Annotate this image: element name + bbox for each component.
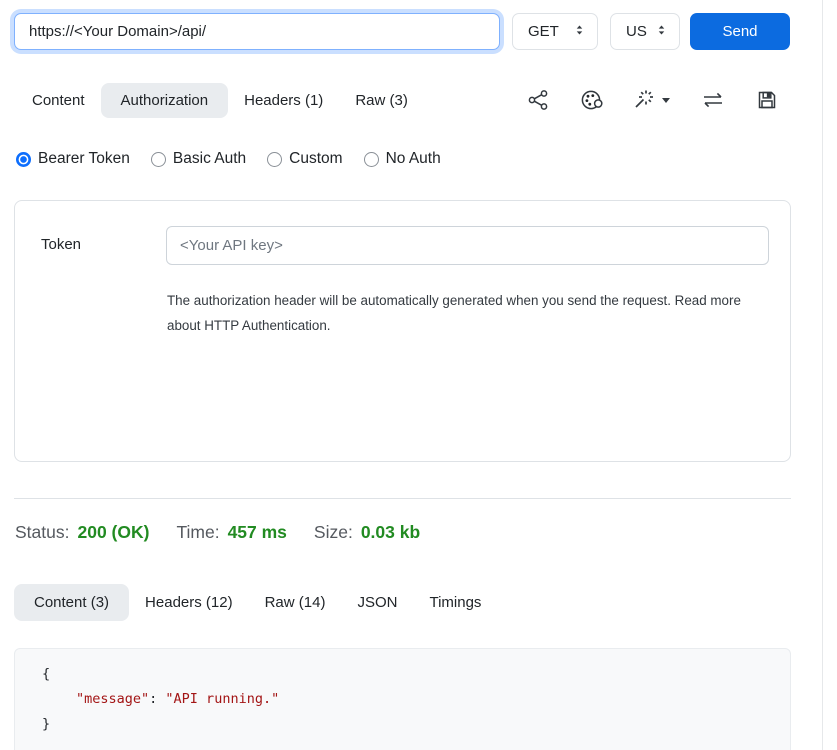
response-body-code: { "message": "API running." }	[14, 648, 791, 750]
tab-response-timings[interactable]: Timings	[413, 584, 497, 621]
url-input[interactable]	[14, 13, 500, 50]
tab-headers[interactable]: Headers (1)	[228, 83, 339, 118]
method-select[interactable]: GET	[512, 13, 598, 50]
tab-response-headers[interactable]: Headers (12)	[129, 584, 249, 621]
auth-type-options: Bearer Token Basic Auth Custom No Auth	[16, 150, 441, 168]
token-label: Token	[41, 236, 81, 253]
tab-response-json[interactable]: JSON	[341, 584, 413, 621]
token-input[interactable]	[166, 226, 769, 265]
radio-icon[interactable]	[267, 152, 282, 167]
request-tabs: Content Authorization Headers (1) Raw (3…	[16, 83, 424, 118]
tab-response-raw[interactable]: Raw (14)	[249, 584, 342, 621]
share-icon[interactable]	[526, 88, 550, 112]
code-line: }	[42, 712, 790, 737]
region-select-value: US	[626, 23, 647, 40]
auth-option-label: No Auth	[386, 150, 441, 168]
code-line: {	[42, 662, 790, 687]
json-separator: :	[149, 691, 165, 707]
size-label: Size:	[314, 522, 353, 543]
status-value: 200 (OK)	[77, 522, 149, 543]
method-select-value: GET	[528, 23, 559, 40]
region-select[interactable]: US	[610, 13, 680, 50]
response-summary: Status: 200 (OK) Time: 457 ms Size: 0.03…	[15, 522, 447, 543]
token-panel: Token The authorization header will be a…	[14, 200, 791, 462]
token-help-line1: The authorization header will be automat…	[167, 288, 741, 313]
json-value: "API running."	[165, 691, 279, 707]
auth-option-label: Custom	[289, 150, 342, 168]
tab-raw[interactable]: Raw (3)	[339, 83, 424, 118]
auth-option-basic-auth[interactable]: Basic Auth	[151, 150, 246, 168]
radio-icon[interactable]	[151, 152, 166, 167]
select-updown-icon	[655, 23, 668, 41]
content-edge-divider	[822, 0, 823, 750]
auth-option-label: Basic Auth	[173, 150, 246, 168]
swap-arrows-icon[interactable]	[700, 88, 726, 112]
select-updown-icon	[573, 23, 586, 41]
caret-down-icon	[661, 95, 671, 105]
status-label: Status:	[15, 522, 69, 543]
radio-icon[interactable]	[364, 152, 379, 167]
section-divider	[14, 498, 791, 499]
time-label: Time:	[176, 522, 219, 543]
auth-option-bearer-token[interactable]: Bearer Token	[16, 150, 130, 168]
response-tabs: Content (3) Headers (12) Raw (14) JSON T…	[14, 584, 497, 621]
tab-content[interactable]: Content	[16, 83, 101, 118]
auth-option-custom[interactable]: Custom	[267, 150, 342, 168]
token-help-text: The authorization header will be automat…	[167, 288, 741, 338]
palette-icon[interactable]	[579, 88, 603, 112]
json-key: "message"	[76, 691, 149, 707]
auth-option-label: Bearer Token	[38, 150, 130, 168]
request-toolbar	[526, 88, 779, 112]
code-line: "message": "API running."	[42, 687, 790, 712]
save-icon[interactable]	[755, 88, 779, 112]
magic-wand-icon[interactable]	[632, 88, 671, 112]
auth-option-no-auth[interactable]: No Auth	[364, 150, 441, 168]
radio-checked-icon[interactable]	[16, 152, 31, 167]
send-button[interactable]: Send	[690, 13, 790, 50]
size-value: 0.03 kb	[361, 522, 420, 543]
tab-authorization[interactable]: Authorization	[101, 83, 229, 118]
time-value: 457 ms	[228, 522, 287, 543]
api-client-page: GET US Send Content Authorization Header…	[0, 0, 837, 750]
token-help-line2: about HTTP Authentication.	[167, 313, 741, 338]
tab-response-content[interactable]: Content (3)	[14, 584, 129, 621]
